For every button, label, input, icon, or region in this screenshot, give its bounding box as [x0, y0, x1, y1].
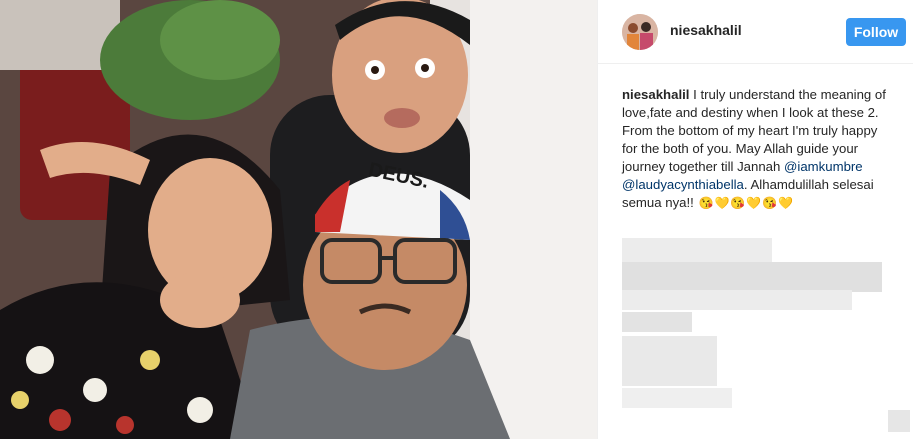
kiss-emoji-icon: 😘: [730, 196, 746, 210]
blurred-comment: [622, 312, 692, 332]
kiss-emoji-icon: 😘: [762, 196, 778, 210]
post-username[interactable]: niesakhalil: [670, 22, 742, 38]
post-sidebar: niesakhalil Follow niesakhalil I truly u…: [598, 0, 913, 439]
post-photo[interactable]: DEUS.: [0, 0, 597, 439]
post-caption: niesakhalil I truly understand the meani…: [622, 86, 894, 212]
blurred-comment: [622, 290, 852, 310]
blurred-comment: [622, 336, 717, 386]
yellow-heart-icon: 💛: [778, 196, 794, 210]
yellow-heart-icon: 💛: [714, 196, 730, 210]
blurred-comment: [622, 388, 732, 408]
blurred-comment: [622, 238, 772, 264]
kiss-emoji-icon: 😘: [698, 196, 714, 210]
caption-username[interactable]: niesakhalil: [622, 87, 689, 102]
yellow-heart-icon: 💛: [746, 196, 762, 210]
photo-illustration: DEUS.: [0, 0, 597, 439]
follow-button[interactable]: Follow: [846, 18, 906, 46]
avatar-image: [622, 14, 658, 50]
blurred-comment: [888, 410, 910, 432]
mention-link[interactable]: @laudyacynthiabella: [622, 177, 744, 192]
avatar[interactable]: [622, 14, 658, 50]
mention-link[interactable]: @iamkumbre: [784, 159, 863, 174]
post-header: niesakhalil Follow: [598, 0, 913, 64]
blurred-comment: [622, 262, 882, 292]
